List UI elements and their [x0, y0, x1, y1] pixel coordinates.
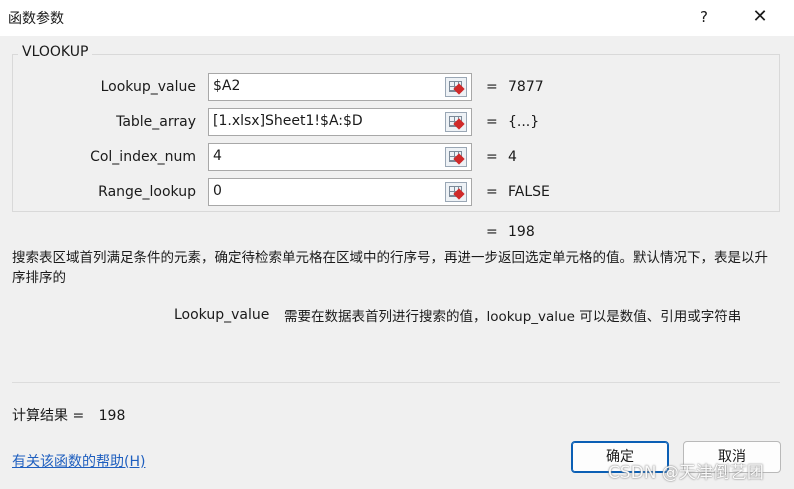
arg-result-lookup-value: 7877	[508, 79, 544, 95]
arg-label-col-index-num: Col_index_num	[90, 149, 196, 165]
equals-sign: =	[486, 184, 498, 200]
range-lookup-field[interactable]: 0	[208, 178, 472, 206]
calc-result: 计算结果 = 198	[12, 405, 125, 425]
current-arg-description: 需要在数据表首列进行搜索的值，lookup_value 可以是数值、引用或字符串	[284, 309, 742, 325]
watermark: CSDN @天津倒艺团	[608, 463, 764, 483]
lookup-value-field[interactable]: $A2	[208, 73, 472, 101]
title-bar	[0, 0, 794, 36]
function-name: VLOOKUP	[18, 44, 93, 60]
equals-sign: =	[486, 79, 498, 95]
arg-label-lookup-value: Lookup_value	[100, 79, 196, 95]
range-select-icon[interactable]	[445, 77, 467, 97]
close-button[interactable]: ✕	[742, 4, 778, 30]
dialog-title: 函数参数	[8, 11, 64, 27]
arg-result-col-index-num: 4	[508, 149, 517, 165]
formula-result: 198	[508, 224, 535, 240]
equals-sign: =	[486, 114, 498, 130]
arg-label-table-array: Table_array	[116, 114, 196, 130]
arg-label-range-lookup: Range_lookup	[98, 184, 196, 200]
help-button[interactable]: ?	[690, 4, 718, 30]
equals-sign: =	[486, 224, 498, 240]
divider	[12, 382, 780, 383]
range-select-icon[interactable]	[445, 147, 467, 167]
equals-sign: =	[486, 149, 498, 165]
arg-result-range-lookup: FALSE	[508, 184, 550, 200]
range-lookup-text: 0	[213, 183, 222, 199]
lookup-value-text: $A2	[213, 78, 241, 94]
col-index-num-field[interactable]: 4	[208, 143, 472, 171]
calc-result-value: 198	[98, 408, 126, 424]
col-index-num-text: 4	[213, 148, 222, 164]
function-help-link[interactable]: 有关该函数的帮助(H)	[12, 451, 145, 471]
table-array-field[interactable]: [1.xlsx]Sheet1!$A:$D	[208, 108, 472, 136]
arg-result-table-array: {...}	[508, 114, 540, 130]
table-array-text: [1.xlsx]Sheet1!$A:$D	[213, 113, 363, 129]
current-arg-name: Lookup_value	[174, 307, 270, 323]
function-description: 搜索表区域首列满足条件的元素，确定待检索单元格在区域中的行序号，再进一步返回选定…	[12, 250, 768, 286]
range-select-icon[interactable]	[445, 112, 467, 132]
range-select-icon[interactable]	[445, 182, 467, 202]
calc-result-label: 计算结果 =	[12, 408, 85, 424]
